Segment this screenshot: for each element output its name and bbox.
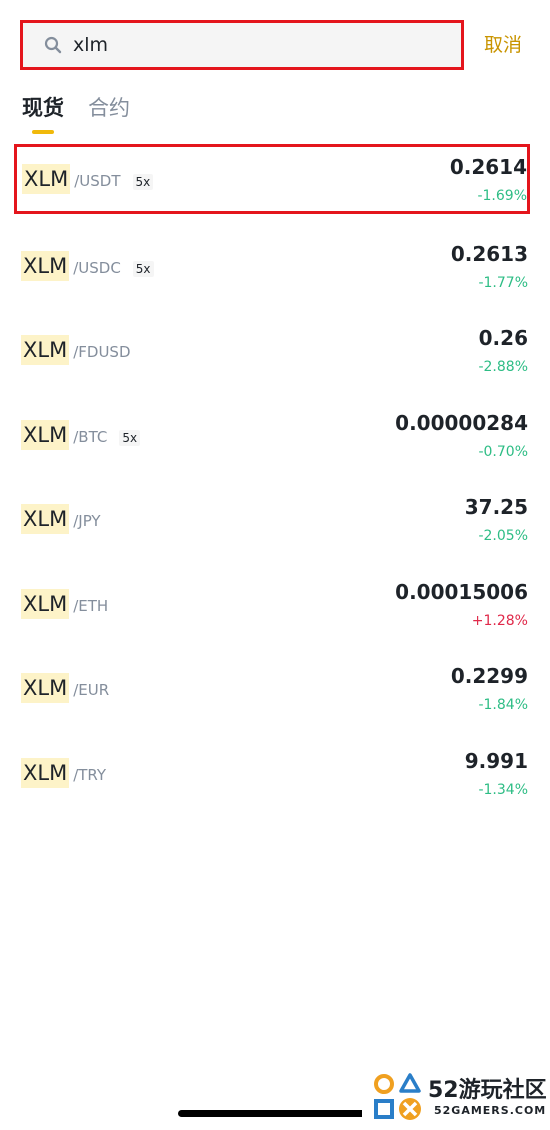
cancel-button[interactable]: 取消: [484, 30, 522, 60]
price-change: -0.70%: [478, 444, 528, 460]
watermark-shapes-icon: [374, 1073, 421, 1120]
quote-asset: /TRY: [73, 766, 107, 784]
watermark-title: 52游玩社区: [428, 1078, 547, 1103]
price-change: -2.88%: [478, 359, 528, 375]
price-change: -2.05%: [478, 528, 528, 544]
search-bar[interactable]: [20, 20, 464, 70]
market-row-xlm-btc[interactable]: XLM /BTC 5x 0.00000284 -0.70%: [14, 400, 530, 470]
base-asset: XLM: [21, 251, 70, 281]
leverage-badge: 5x: [132, 174, 154, 190]
market-row-xlm-eth[interactable]: XLM /ETH 0.00015006 +1.28%: [14, 569, 530, 639]
price-change: -1.34%: [478, 782, 528, 798]
last-price: 0.00015006: [395, 580, 528, 604]
market-row-xlm-usdt[interactable]: XLM /USDT 5x 0.2614 -1.69%: [14, 144, 530, 214]
base-asset: XLM: [21, 504, 70, 534]
quote-asset: /USDC: [73, 259, 121, 277]
market-row-xlm-usdc[interactable]: XLM /USDC 5x 0.2613 -1.77%: [14, 231, 530, 301]
base-asset: XLM: [21, 758, 70, 788]
search-icon: [43, 35, 63, 55]
base-asset: XLM: [21, 420, 70, 450]
pair-name: XLM /USDT 5x: [22, 164, 154, 194]
base-asset: XLM: [21, 335, 70, 365]
market-row-xlm-jpy[interactable]: XLM /JPY 37.25 -2.05%: [14, 484, 530, 554]
last-price: 9.991: [464, 749, 528, 773]
search-input[interactable]: [73, 34, 461, 56]
price-change: -1.69%: [477, 188, 527, 204]
quote-asset: /FDUSD: [73, 343, 131, 361]
last-price: 0.2614: [449, 155, 527, 179]
last-price: 0.26: [478, 326, 528, 350]
tab-spot[interactable]: 现货: [22, 93, 64, 123]
market-row-xlm-try[interactable]: XLM /TRY 9.991 -1.34%: [14, 738, 530, 808]
base-asset: XLM: [22, 164, 71, 194]
price-change: +1.28%: [471, 613, 528, 629]
quote-asset: /BTC: [73, 428, 108, 446]
last-price: 0.2613: [450, 242, 528, 266]
last-price: 0.00000284: [395, 411, 528, 435]
pair-name: XLM /BTC 5x: [21, 420, 141, 450]
quote-asset: /JPY: [73, 512, 101, 530]
pair-name: XLM /FDUSD: [21, 335, 131, 365]
leverage-badge: 5x: [119, 430, 141, 446]
market-row-xlm-fdusd[interactable]: XLM /FDUSD 0.26 -2.88%: [14, 315, 530, 385]
pair-name: XLM /EUR: [21, 673, 109, 703]
pair-name: XLM /JPY: [21, 504, 101, 534]
pair-name: XLM /USDC 5x: [21, 251, 154, 281]
quote-asset: /USDT: [74, 172, 121, 190]
market-row-xlm-eur[interactable]: XLM /EUR 0.2299 -1.84%: [14, 653, 530, 723]
pair-name: XLM /ETH: [21, 589, 108, 619]
pair-name: XLM /TRY: [21, 758, 106, 788]
price-change: -1.77%: [478, 275, 528, 291]
base-asset: XLM: [21, 589, 70, 619]
watermark-subtitle: 52GAMERS.COM: [434, 1104, 547, 1117]
watermark-logo: 52游玩社区 52GAMERS.COM: [362, 1062, 550, 1130]
quote-asset: /ETH: [73, 597, 109, 615]
leverage-badge: 5x: [132, 261, 154, 277]
last-price: 0.2299: [450, 664, 528, 688]
home-indicator[interactable]: [178, 1110, 374, 1117]
active-tab-indicator: [32, 130, 54, 134]
market-search-page: 取消 现货 合约 XLM /USDT 5x 0.2614 -1.69% XLM …: [0, 0, 550, 1130]
tab-contract[interactable]: 合约: [88, 93, 130, 123]
last-price: 37.25: [464, 495, 528, 519]
base-asset: XLM: [21, 673, 70, 703]
price-change: -1.84%: [478, 697, 528, 713]
quote-asset: /EUR: [73, 681, 110, 699]
